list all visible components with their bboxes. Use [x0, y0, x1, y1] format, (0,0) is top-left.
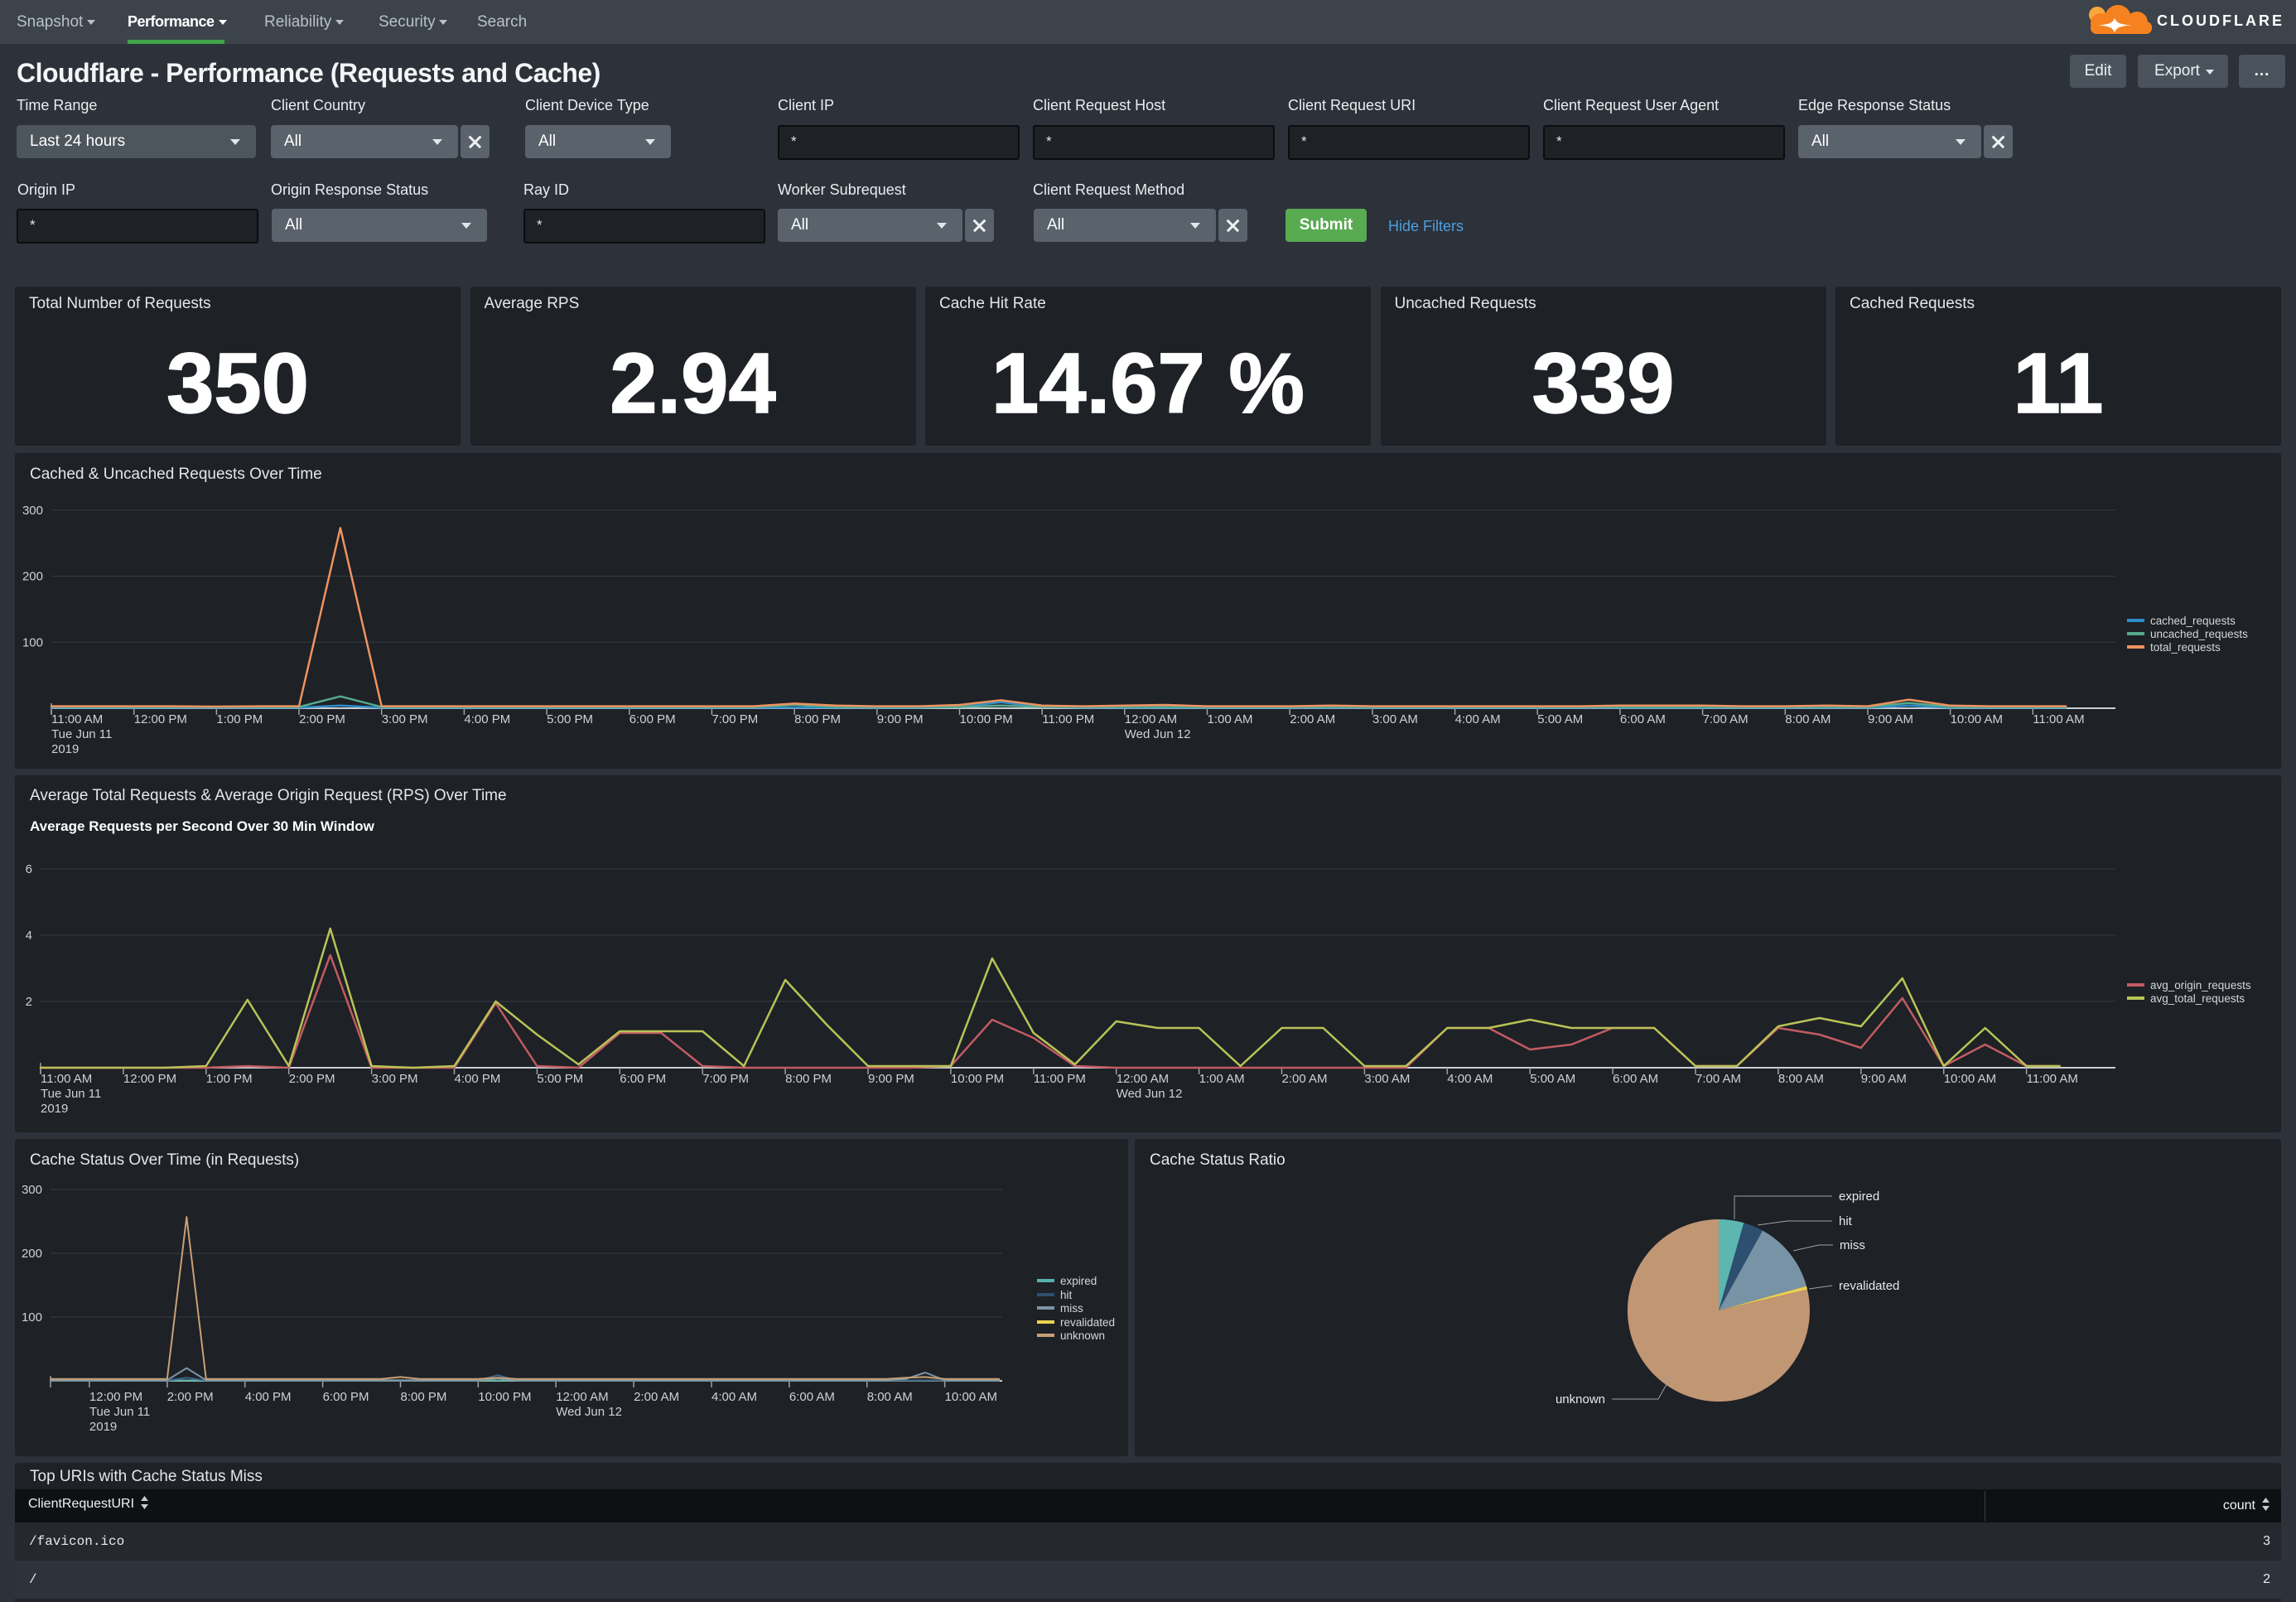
svg-text:revalidated: revalidated	[1060, 1316, 1115, 1329]
svg-text:300: 300	[22, 504, 43, 518]
svg-text:Tue Jun 11: Tue Jun 11	[89, 1405, 150, 1419]
svg-text:5:00 AM: 5:00 AM	[1530, 1072, 1575, 1086]
svg-text:11:00 AM: 11:00 AM	[2033, 712, 2084, 726]
svg-text:Tue Jun 11: Tue Jun 11	[41, 1087, 101, 1101]
svg-text:10:00 AM: 10:00 AM	[945, 1390, 997, 1404]
svg-text:miss: miss	[1060, 1302, 1083, 1315]
svg-text:12:00 AM: 12:00 AM	[556, 1390, 608, 1404]
svg-text:6:00 PM: 6:00 PM	[629, 712, 676, 726]
svg-text:12:00 PM: 12:00 PM	[89, 1390, 142, 1404]
svg-text:2:00 AM: 2:00 AM	[1282, 1072, 1328, 1086]
svg-text:7:00 AM: 7:00 AM	[1695, 1072, 1741, 1086]
svg-text:5:00 AM: 5:00 AM	[1537, 712, 1583, 726]
svg-text:300: 300	[22, 1183, 42, 1197]
svg-text:4:00 AM: 4:00 AM	[711, 1390, 757, 1404]
svg-text:2:00 PM: 2:00 PM	[299, 712, 345, 726]
svg-text:1:00 PM: 1:00 PM	[206, 1072, 253, 1086]
svg-text:3:00 PM: 3:00 PM	[372, 1072, 418, 1086]
svg-text:100: 100	[22, 635, 43, 649]
svg-text:12:00 PM: 12:00 PM	[123, 1072, 176, 1086]
svg-text:11:00 AM: 11:00 AM	[2027, 1072, 2078, 1086]
svg-text:8:00 PM: 8:00 PM	[794, 712, 841, 726]
svg-text:6:00 AM: 6:00 AM	[1613, 1072, 1658, 1086]
svg-text:10:00 AM: 10:00 AM	[1944, 1072, 1996, 1086]
svg-text:Wed Jun 12: Wed Jun 12	[556, 1405, 622, 1419]
svg-text:10:00 AM: 10:00 AM	[1951, 712, 2003, 726]
svg-text:hit: hit	[1060, 1289, 1073, 1301]
svg-text:6: 6	[26, 862, 32, 876]
svg-text:3:00 AM: 3:00 AM	[1372, 712, 1418, 726]
svg-text:5:00 PM: 5:00 PM	[537, 1072, 583, 1086]
svg-text:6:00 PM: 6:00 PM	[323, 1390, 369, 1404]
svg-text:7:00 PM: 7:00 PM	[711, 712, 758, 726]
svg-text:4:00 AM: 4:00 AM	[1447, 1072, 1493, 1086]
svg-text:4:00 PM: 4:00 PM	[464, 712, 510, 726]
svg-text:CLOUDFLARE: CLOUDFLARE	[2157, 12, 2284, 29]
svg-text:1:00 AM: 1:00 AM	[1208, 712, 1253, 726]
svg-text:11:00 PM: 11:00 PM	[1034, 1072, 1086, 1086]
svg-text:hit: hit	[1839, 1214, 1853, 1228]
svg-text:2:00 PM: 2:00 PM	[167, 1390, 214, 1404]
svg-text:11:00 AM: 11:00 AM	[41, 1072, 92, 1086]
svg-text:10:00 PM: 10:00 PM	[478, 1390, 531, 1404]
svg-text:200: 200	[22, 1247, 42, 1261]
svg-text:5:00 PM: 5:00 PM	[547, 712, 593, 726]
svg-text:3:00 AM: 3:00 AM	[1364, 1072, 1410, 1086]
svg-text:200: 200	[22, 570, 43, 584]
svg-text:7:00 PM: 7:00 PM	[702, 1072, 749, 1086]
svg-text:6:00 PM: 6:00 PM	[620, 1072, 666, 1086]
svg-text:4:00 AM: 4:00 AM	[1455, 712, 1501, 726]
svg-text:expired: expired	[1060, 1275, 1097, 1287]
svg-text:8:00 PM: 8:00 PM	[785, 1072, 832, 1086]
svg-text:Wed Jun 12: Wed Jun 12	[1117, 1087, 1183, 1101]
svg-text:10:00 PM: 10:00 PM	[960, 712, 1013, 726]
svg-text:12:00 PM: 12:00 PM	[134, 712, 187, 726]
svg-text:avg_total_requests: avg_total_requests	[2150, 992, 2245, 1005]
svg-text:9:00 AM: 9:00 AM	[1868, 712, 1913, 726]
svg-text:unknown: unknown	[1060, 1329, 1105, 1342]
svg-text:revalidated: revalidated	[1839, 1279, 1899, 1293]
svg-text:2:00 PM: 2:00 PM	[289, 1072, 335, 1086]
svg-text:9:00 PM: 9:00 PM	[868, 1072, 914, 1086]
svg-text:12:00 AM: 12:00 AM	[1125, 712, 1177, 726]
svg-text:8:00 AM: 8:00 AM	[1785, 712, 1831, 726]
svg-text:11:00 PM: 11:00 PM	[1042, 712, 1094, 726]
svg-text:expired: expired	[1839, 1189, 1879, 1204]
svg-text:11:00 AM: 11:00 AM	[51, 712, 103, 726]
svg-text:total_requests: total_requests	[2150, 641, 2221, 654]
svg-text:6:00 AM: 6:00 AM	[789, 1390, 835, 1404]
svg-text:10:00 PM: 10:00 PM	[951, 1072, 1004, 1086]
svg-text:uncached_requests: uncached_requests	[2150, 628, 2248, 640]
svg-text:12:00 AM: 12:00 AM	[1117, 1072, 1169, 1086]
svg-text:2019: 2019	[41, 1102, 68, 1116]
svg-text:2019: 2019	[89, 1420, 117, 1434]
svg-text:9:00 AM: 9:00 AM	[1861, 1072, 1907, 1086]
svg-text:100: 100	[22, 1310, 42, 1325]
svg-text:2:00 AM: 2:00 AM	[634, 1390, 679, 1404]
svg-text:miss: miss	[1840, 1238, 1865, 1252]
svg-text:2:00 AM: 2:00 AM	[1290, 712, 1335, 726]
svg-text:1:00 AM: 1:00 AM	[1199, 1072, 1245, 1086]
svg-text:2019: 2019	[51, 742, 79, 756]
svg-text:8:00 PM: 8:00 PM	[401, 1390, 447, 1404]
svg-text:Wed Jun 12: Wed Jun 12	[1125, 727, 1191, 741]
svg-text:4:00 PM: 4:00 PM	[455, 1072, 501, 1086]
svg-text:8:00 AM: 8:00 AM	[1778, 1072, 1824, 1086]
svg-text:2: 2	[26, 995, 32, 1009]
svg-text:cached_requests: cached_requests	[2150, 615, 2236, 627]
svg-text:avg_origin_requests: avg_origin_requests	[2150, 979, 2251, 992]
svg-text:4: 4	[26, 929, 32, 943]
svg-text:unknown: unknown	[1556, 1392, 1605, 1407]
svg-text:6:00 AM: 6:00 AM	[1620, 712, 1666, 726]
svg-text:1:00 PM: 1:00 PM	[216, 712, 263, 726]
svg-text:7:00 AM: 7:00 AM	[1703, 712, 1749, 726]
svg-text:9:00 PM: 9:00 PM	[877, 712, 924, 726]
svg-text:3:00 PM: 3:00 PM	[382, 712, 428, 726]
svg-text:Tue Jun 11: Tue Jun 11	[51, 727, 112, 741]
svg-text:8:00 AM: 8:00 AM	[867, 1390, 913, 1404]
svg-text:4:00 PM: 4:00 PM	[245, 1390, 292, 1404]
